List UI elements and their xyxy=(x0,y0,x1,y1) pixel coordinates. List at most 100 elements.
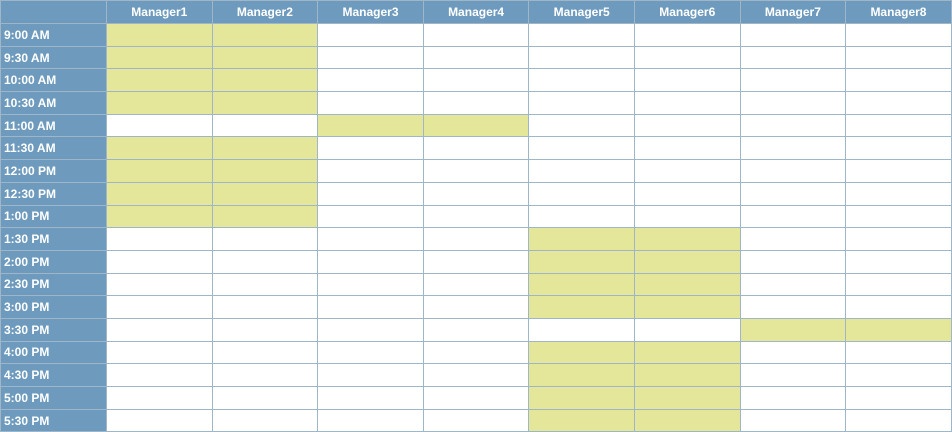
free-slot-cell[interactable] xyxy=(633,181,741,206)
free-slot-cell[interactable] xyxy=(317,181,424,206)
free-slot-cell[interactable] xyxy=(211,363,319,387)
free-slot-cell[interactable] xyxy=(528,181,635,206)
free-slot-cell[interactable] xyxy=(739,45,847,70)
booked-slot-cell[interactable] xyxy=(528,249,635,274)
free-slot-cell[interactable] xyxy=(422,317,530,342)
booked-slot-cell[interactable] xyxy=(211,45,319,70)
free-slot-cell[interactable] xyxy=(845,181,952,206)
free-slot-cell[interactable] xyxy=(739,340,847,365)
free-slot-cell[interactable] xyxy=(211,295,319,319)
free-slot-cell[interactable] xyxy=(106,408,213,432)
free-slot-cell[interactable] xyxy=(317,295,424,319)
free-slot-cell[interactable] xyxy=(317,45,424,70)
free-slot-cell[interactable] xyxy=(528,136,635,161)
free-slot-cell[interactable] xyxy=(211,249,319,274)
booked-slot-cell[interactable] xyxy=(845,317,952,342)
free-slot-cell[interactable] xyxy=(739,272,847,297)
free-slot-cell[interactable] xyxy=(845,204,952,229)
free-slot-cell[interactable] xyxy=(317,317,424,342)
booked-slot-cell[interactable] xyxy=(528,408,635,432)
free-slot-cell[interactable] xyxy=(528,23,635,47)
booked-slot-cell[interactable] xyxy=(633,386,741,410)
free-slot-cell[interactable] xyxy=(528,317,635,342)
free-slot-cell[interactable] xyxy=(422,91,530,115)
free-slot-cell[interactable] xyxy=(317,340,424,365)
booked-slot-cell[interactable] xyxy=(106,45,213,70)
free-slot-cell[interactable] xyxy=(845,159,952,183)
free-slot-cell[interactable] xyxy=(739,227,847,251)
free-slot-cell[interactable] xyxy=(739,363,847,387)
booked-slot-cell[interactable] xyxy=(211,23,319,47)
free-slot-cell[interactable] xyxy=(528,91,635,115)
free-slot-cell[interactable] xyxy=(633,136,741,161)
free-slot-cell[interactable] xyxy=(845,249,952,274)
free-slot-cell[interactable] xyxy=(845,136,952,161)
free-slot-cell[interactable] xyxy=(422,136,530,161)
booked-slot-cell[interactable] xyxy=(528,295,635,319)
booked-slot-cell[interactable] xyxy=(528,227,635,251)
free-slot-cell[interactable] xyxy=(422,159,530,183)
free-slot-cell[interactable] xyxy=(845,45,952,70)
free-slot-cell[interactable] xyxy=(739,91,847,115)
free-slot-cell[interactable] xyxy=(106,386,213,410)
free-slot-cell[interactable] xyxy=(845,363,952,387)
free-slot-cell[interactable] xyxy=(422,340,530,365)
booked-slot-cell[interactable] xyxy=(106,91,213,115)
free-slot-cell[interactable] xyxy=(317,408,424,432)
free-slot-cell[interactable] xyxy=(106,363,213,387)
booked-slot-cell[interactable] xyxy=(528,386,635,410)
free-slot-cell[interactable] xyxy=(317,23,424,47)
booked-slot-cell[interactable] xyxy=(528,272,635,297)
free-slot-cell[interactable] xyxy=(317,159,424,183)
free-slot-cell[interactable] xyxy=(106,317,213,342)
free-slot-cell[interactable] xyxy=(739,113,847,138)
free-slot-cell[interactable] xyxy=(422,272,530,297)
free-slot-cell[interactable] xyxy=(422,227,530,251)
booked-slot-cell[interactable] xyxy=(317,113,424,138)
free-slot-cell[interactable] xyxy=(317,91,424,115)
free-slot-cell[interactable] xyxy=(211,272,319,297)
free-slot-cell[interactable] xyxy=(739,204,847,229)
free-slot-cell[interactable] xyxy=(739,295,847,319)
free-slot-cell[interactable] xyxy=(845,68,952,93)
free-slot-cell[interactable] xyxy=(845,340,952,365)
free-slot-cell[interactable] xyxy=(211,317,319,342)
booked-slot-cell[interactable] xyxy=(633,295,741,319)
booked-slot-cell[interactable] xyxy=(106,136,213,161)
free-slot-cell[interactable] xyxy=(633,91,741,115)
free-slot-cell[interactable] xyxy=(845,113,952,138)
free-slot-cell[interactable] xyxy=(106,249,213,274)
free-slot-cell[interactable] xyxy=(633,113,741,138)
free-slot-cell[interactable] xyxy=(422,68,530,93)
booked-slot-cell[interactable] xyxy=(633,249,741,274)
free-slot-cell[interactable] xyxy=(845,295,952,319)
free-slot-cell[interactable] xyxy=(528,68,635,93)
free-slot-cell[interactable] xyxy=(106,113,213,138)
free-slot-cell[interactable] xyxy=(739,408,847,432)
free-slot-cell[interactable] xyxy=(528,159,635,183)
free-slot-cell[interactable] xyxy=(739,249,847,274)
free-slot-cell[interactable] xyxy=(528,113,635,138)
booked-slot-cell[interactable] xyxy=(633,272,741,297)
free-slot-cell[interactable] xyxy=(845,272,952,297)
booked-slot-cell[interactable] xyxy=(211,136,319,161)
free-slot-cell[interactable] xyxy=(845,91,952,115)
booked-slot-cell[interactable] xyxy=(633,227,741,251)
free-slot-cell[interactable] xyxy=(317,204,424,229)
free-slot-cell[interactable] xyxy=(317,227,424,251)
booked-slot-cell[interactable] xyxy=(211,204,319,229)
free-slot-cell[interactable] xyxy=(845,408,952,432)
booked-slot-cell[interactable] xyxy=(528,340,635,365)
free-slot-cell[interactable] xyxy=(422,295,530,319)
free-slot-cell[interactable] xyxy=(845,23,952,47)
free-slot-cell[interactable] xyxy=(739,181,847,206)
booked-slot-cell[interactable] xyxy=(106,23,213,47)
free-slot-cell[interactable] xyxy=(633,317,741,342)
free-slot-cell[interactable] xyxy=(739,68,847,93)
booked-slot-cell[interactable] xyxy=(211,68,319,93)
free-slot-cell[interactable] xyxy=(739,386,847,410)
booked-slot-cell[interactable] xyxy=(739,317,847,342)
free-slot-cell[interactable] xyxy=(317,249,424,274)
booked-slot-cell[interactable] xyxy=(211,181,319,206)
free-slot-cell[interactable] xyxy=(211,408,319,432)
